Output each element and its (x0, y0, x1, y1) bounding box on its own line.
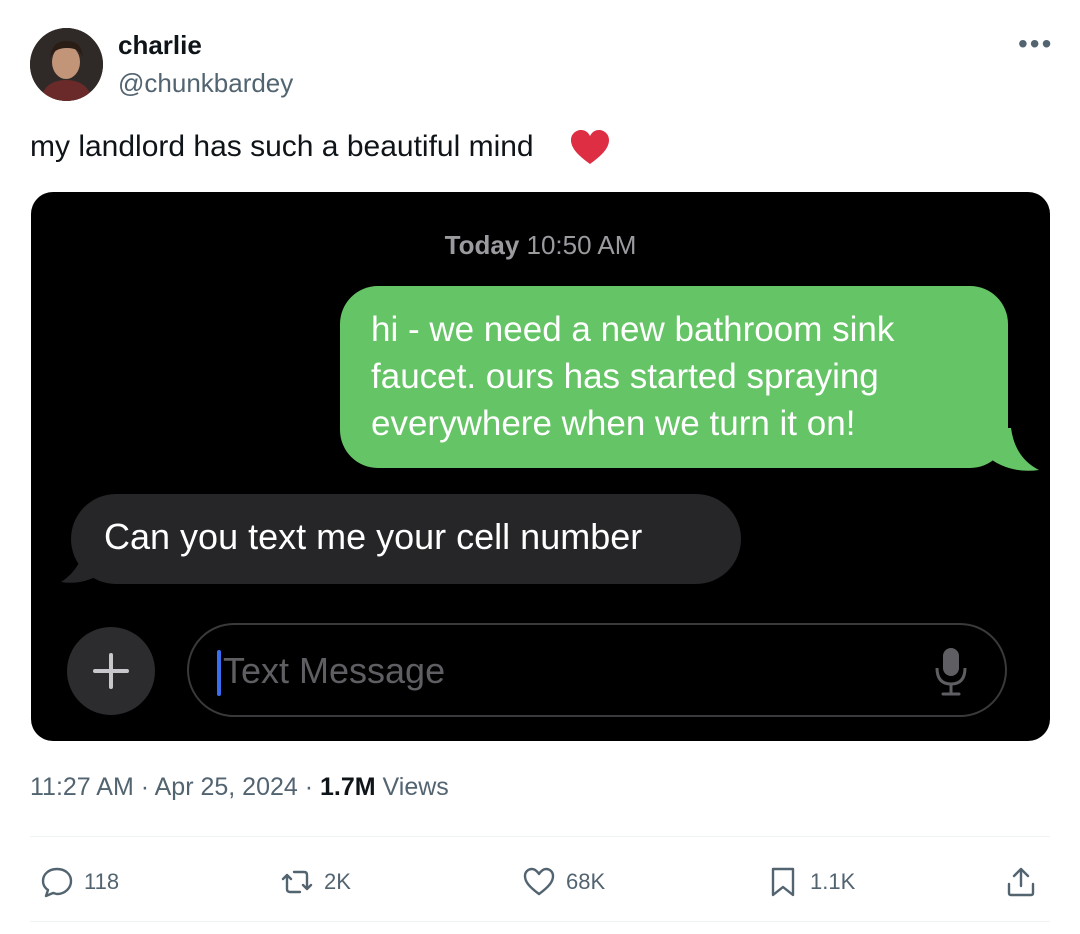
bookmark-button[interactable]: 1.1K (766, 862, 855, 902)
tweet-text: my landlord has such a beautiful mind (30, 130, 534, 163)
like-button[interactable]: 68K (522, 862, 605, 902)
repost-icon (281, 870, 313, 894)
red-heart-emoji-icon (571, 130, 609, 164)
message-screenshot[interactable]: Today 10:50 AM hi - we need a new bathro… (31, 192, 1050, 741)
views-label: Views (375, 773, 449, 801)
meta-separator: · (297, 773, 321, 801)
message-timestamp: Today 10:50 AM (31, 230, 1050, 261)
tweet-meta: 11:27 AM · Apr 25, 2024 · 1.7M Views (30, 773, 449, 802)
share-button[interactable] (1004, 862, 1038, 902)
repost-count: 2K (324, 869, 351, 894)
microphone-icon (935, 648, 967, 696)
views-count: 1.7M (320, 773, 376, 801)
text-message-placeholder: Text Message (223, 650, 446, 691)
divider (30, 921, 1050, 922)
user-handle[interactable]: @chunkbardey (118, 68, 293, 99)
outgoing-message-text: hi - we need a new bathroom sink faucet.… (371, 310, 895, 443)
avatar[interactable] (30, 28, 103, 101)
repost-button[interactable]: 2K (280, 862, 351, 902)
more-options-icon[interactable]: ••• (1018, 28, 1053, 60)
divider (30, 836, 1050, 837)
display-name[interactable]: charlie (118, 30, 202, 61)
share-icon (1007, 867, 1035, 897)
like-count: 68K (566, 869, 606, 894)
reply-button[interactable]: 118 (40, 862, 119, 902)
meta-separator: · (133, 773, 155, 801)
post-date[interactable]: Apr 25, 2024 (155, 773, 298, 801)
heart-icon (523, 867, 555, 896)
timestamp-day: Today (444, 230, 520, 260)
reply-icon (41, 867, 73, 898)
incoming-message-text: Can you text me your cell number (104, 516, 643, 557)
post-time[interactable]: 11:27 AM (30, 773, 134, 801)
bookmark-icon (771, 867, 795, 897)
plus-icon (93, 653, 129, 689)
text-cursor (217, 650, 221, 696)
timestamp-time: 10:50 AM (519, 230, 637, 260)
bookmark-count: 1.1K (810, 869, 856, 894)
add-attachment-button (67, 627, 155, 715)
reply-count: 118 (84, 869, 120, 894)
